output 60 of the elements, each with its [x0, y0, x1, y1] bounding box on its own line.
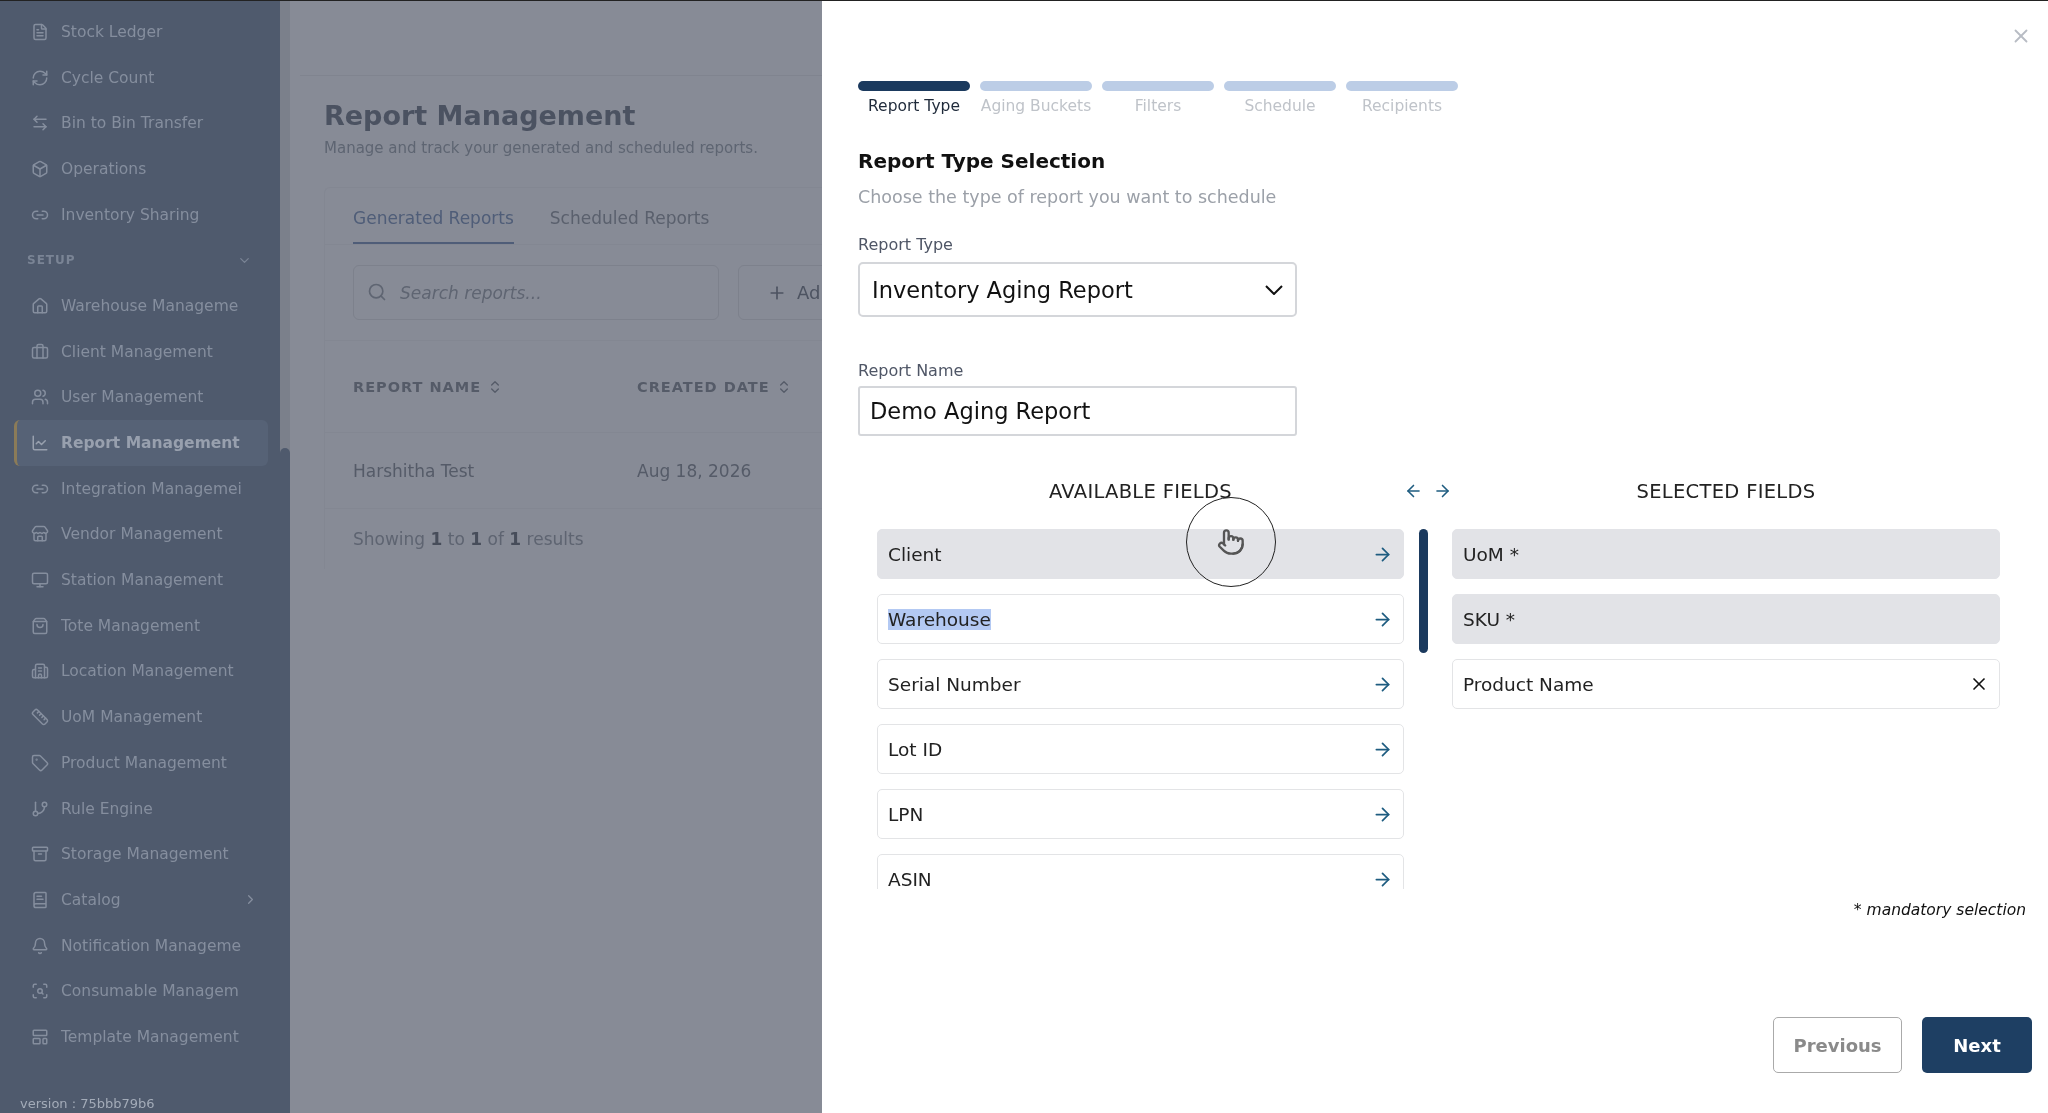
field-name: ASIN [888, 868, 932, 889]
menu-item-icon [31, 525, 49, 544]
menu-item-icon [31, 1027, 49, 1046]
next-button[interactable]: Next [1922, 1017, 2032, 1073]
step-label[interactable]: Recipients [1361, 97, 1443, 115]
menu-item-icon [31, 890, 49, 909]
menu-item-icon [31, 753, 49, 772]
menu-item-icon [31, 799, 49, 818]
available-field-item[interactable]: Client [877, 529, 1404, 579]
section-title: Report Type Selection [858, 149, 1107, 173]
page-title: Report Management [324, 100, 637, 131]
menu-item-icon [31, 662, 49, 681]
menu-item-icon [31, 159, 49, 178]
chevron-down-icon [1265, 284, 1283, 295]
field-label: Report Type [858, 235, 954, 254]
menu-item-icon [31, 708, 49, 727]
selected-field-item[interactable]: UoM * [1452, 529, 2000, 579]
selected-field-item[interactable]: Product Name [1452, 659, 2000, 709]
menu-item-icon [31, 845, 49, 864]
menu-item-icon [31, 936, 49, 955]
menu-item-icon [31, 342, 49, 361]
menu-item-icon [31, 434, 49, 453]
hand-cursor-icon [1217, 528, 1245, 556]
column-heading: SELECTED FIELDS [1635, 480, 1817, 503]
menu-item-icon [31, 114, 49, 133]
menu-item-icon [31, 388, 49, 407]
menu-item-icon [31, 571, 49, 590]
available-field-item[interactable]: Lot ID [877, 724, 1404, 774]
menu-item-icon [31, 982, 49, 1001]
field-name: Serial Number [888, 673, 1021, 695]
version-label: version : 75bbb79b6 [20, 1096, 155, 1111]
previous-button[interactable]: Previous [1773, 1017, 1902, 1073]
step-label[interactable]: Report Type [868, 97, 960, 115]
search-icon [367, 282, 387, 302]
field-name: Lot ID [888, 738, 943, 760]
column-heading: AVAILABLE FIELDS [1047, 480, 1233, 503]
report-name-field[interactable]: Demo Aging Report [858, 386, 1297, 436]
available-field-item[interactable]: ASIN [877, 854, 1404, 889]
sidebar-item[interactable]: Report Management [14, 420, 268, 466]
step-label[interactable]: Filters [1134, 97, 1182, 115]
menu-item-icon [31, 68, 49, 87]
section-subtitle: Choose the type of report you want to schedule [858, 187, 1278, 207]
step-label[interactable]: Schedule [1244, 97, 1316, 115]
field-name: LPN [888, 803, 924, 825]
available-field-item[interactable]: LPN [877, 789, 1404, 839]
field-name: Warehouse [888, 608, 991, 630]
available-field-item[interactable]: Serial Number [877, 659, 1404, 709]
tab[interactable]: Generated Reports [353, 188, 514, 244]
mandatory-note: * mandatory selection [1852, 901, 2027, 919]
scrollbar-thumb[interactable] [280, 448, 290, 1113]
menu-item-icon [31, 616, 49, 635]
scrollbar-thumb[interactable] [1419, 529, 1428, 653]
step-label[interactable]: Aging Buckets [980, 97, 1092, 115]
report-type-dropdown[interactable]: Inventory Aging Report [858, 262, 1297, 317]
available-field-item[interactable]: Warehouse [877, 594, 1404, 644]
selected-field-item[interactable]: SKU * [1452, 594, 2000, 644]
field-name: Client [888, 543, 942, 565]
menu-item-icon [31, 296, 49, 315]
field-label: Report Name [858, 361, 965, 380]
menu-item-icon [31, 22, 49, 41]
